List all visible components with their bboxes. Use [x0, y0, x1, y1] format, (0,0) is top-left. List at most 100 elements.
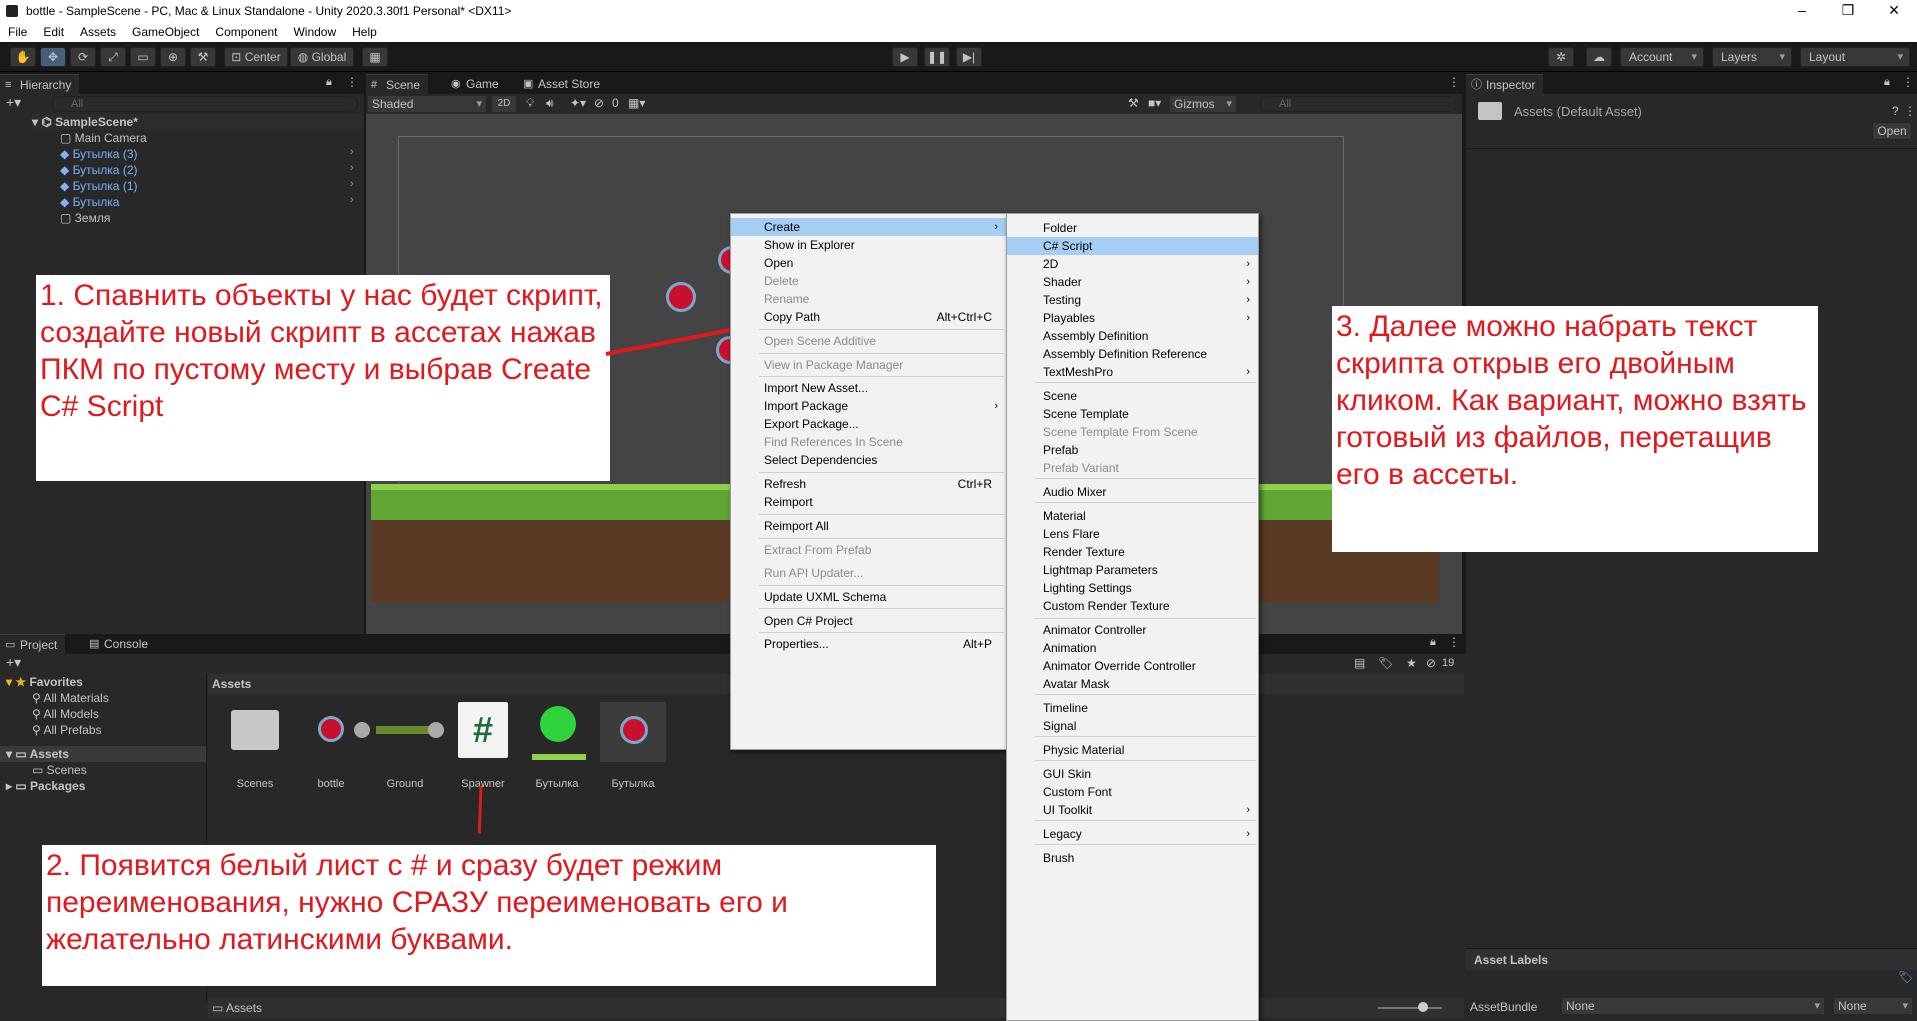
menu-item-physic-material[interactable]: Physic Material [1007, 741, 1258, 759]
chevron-right-icon[interactable]: › [350, 146, 354, 158]
menu-item-timeline[interactable]: Timeline [1007, 699, 1258, 717]
scale-tool-button[interactable]: ⤢ [100, 47, 126, 67]
gizmos-dropdown[interactable]: Gizmos ▾ [1170, 96, 1236, 112]
hierarchy-item[interactable]: ◆ Бутылка (1) [60, 178, 137, 194]
tab-inspector[interactable]: ⓘ Inspector [1466, 74, 1544, 94]
menu-item-import-new-asset[interactable]: Import New Asset... [731, 379, 1006, 397]
packages-folder[interactable]: ▸ ▭ Packages [6, 778, 85, 794]
menu-item-signal[interactable]: Signal [1007, 717, 1258, 735]
menu-item-assembly-definition-reference[interactable]: Assembly Definition Reference [1007, 345, 1258, 363]
hierarchy-item[interactable]: ◆ Бутылка (3) [60, 146, 137, 162]
tab-game[interactable]: ◉ Game [446, 74, 507, 94]
menu-item-animation[interactable]: Animation [1007, 639, 1258, 657]
menu-item-create[interactable]: Create › [731, 218, 1006, 236]
menu-item-ui-toolkit[interactable]: UI Toolkit › [1007, 801, 1258, 819]
asset-labels-header[interactable]: Asset Labels [1466, 948, 1917, 970]
play-icon[interactable] [354, 722, 370, 738]
asset-item[interactable]: Бутылка [600, 702, 666, 790]
audio-icon[interactable]: 🔊︎ [546, 96, 554, 111]
chevron-right-icon[interactable]: › [350, 194, 354, 206]
chevron-right-icon[interactable]: › [350, 178, 354, 190]
play-button[interactable]: ▶ [892, 47, 918, 67]
favorite-item[interactable]: ⚲ All Prefabs [32, 722, 102, 738]
add-button[interactable]: +▾ [6, 94, 21, 111]
pause-button[interactable]: ❚❚ [924, 47, 950, 67]
menu-item-update-uxml-schema[interactable]: Update UXML Schema [731, 588, 1006, 606]
cloud-button[interactable]: ☁ [1586, 47, 1612, 67]
tools-icon[interactable]: ⚒ [1128, 96, 1139, 110]
menu-item-properties[interactable]: Properties... Alt+P [731, 635, 1006, 653]
menu-item-scene[interactable]: Scene [1007, 387, 1258, 405]
menu-item-animator-controller[interactable]: Animator Controller [1007, 621, 1258, 639]
more-menu-icon[interactable]: ⋮ [1448, 75, 1460, 89]
menu-item-custom-render-texture[interactable]: Custom Render Texture [1007, 597, 1258, 615]
hierarchy-item[interactable]: ◆ Бутылка [60, 194, 119, 210]
pivot-center-button[interactable]: ⊡ Center [224, 47, 288, 67]
menu-item-avatar-mask[interactable]: Avatar Mask [1007, 675, 1258, 693]
minimize-button[interactable]: – [1780, 0, 1824, 22]
menu-item-playables[interactable]: Playables › [1007, 309, 1258, 327]
menu-item-open[interactable]: Open [731, 254, 1006, 272]
scene-search-input[interactable]: All [1260, 96, 1456, 112]
collab-button[interactable]: ✲ [1548, 47, 1574, 67]
tab-console[interactable]: ▤ Console [84, 634, 157, 654]
filter-label-icon[interactable]: 🏷︎ [1378, 656, 1393, 670]
favorite-item[interactable]: ⚲ All Materials [32, 690, 109, 706]
hidden-packages-icon[interactable]: ⊘ [1426, 656, 1436, 670]
hierarchy-search-input[interactable]: All [52, 96, 358, 112]
move-tool-button[interactable]: ✥ [40, 47, 66, 67]
effects-icon[interactable]: ✦▾ [570, 96, 586, 110]
pivot-global-button[interactable]: ◍ Global [290, 47, 354, 67]
menu-item-export-package[interactable]: Export Package... [731, 415, 1006, 433]
step-button[interactable]: ▶| [956, 47, 982, 67]
hand-tool-button[interactable]: ✋ [10, 47, 36, 67]
rotate-tool-button[interactable]: ⟳ [70, 47, 96, 67]
grid-snap-button[interactable]: ▦ [362, 47, 388, 67]
menu-file[interactable]: File [0, 25, 35, 39]
layout-dropdown[interactable]: Layout ▾ [1800, 47, 1910, 67]
hierarchy-item[interactable]: ▢ Main Camera [60, 130, 147, 146]
tab-hierarchy[interactable]: ≡ Hierarchy [0, 74, 80, 94]
create-button[interactable]: +▾ [6, 654, 21, 671]
tab-project[interactable]: ▭ Project [0, 634, 66, 654]
menu-window[interactable]: Window [285, 25, 344, 39]
close-button[interactable]: ✕ [1872, 0, 1916, 22]
menu-assets[interactable]: Assets [72, 25, 124, 39]
menu-item-refresh[interactable]: Refresh Ctrl+R [731, 475, 1006, 493]
more-menu-icon[interactable]: ⋮ [1904, 104, 1916, 118]
menu-item-import-package[interactable]: Import Package › [731, 397, 1006, 415]
favorite-star-icon[interactable]: ★ [1406, 656, 1417, 670]
chevron-right-icon[interactable]: › [350, 162, 354, 174]
menu-item-folder[interactable]: Folder [1007, 219, 1258, 237]
menu-item-testing[interactable]: Testing › [1007, 291, 1258, 309]
tab-scene[interactable]: # Scene [366, 74, 429, 94]
transform-tool-button[interactable]: ⊕ [160, 47, 186, 67]
scenes-folder[interactable]: ▭ Scenes [32, 762, 87, 778]
layers-dropdown[interactable]: Layers ▾ [1712, 47, 1792, 67]
assets-folder[interactable]: ▾ ▭ Assets [0, 746, 206, 762]
filter-type-icon[interactable]: ▤ [1354, 656, 1365, 670]
lock-icon[interactable]: 🔒︎ [1430, 636, 1436, 649]
hierarchy-item[interactable]: ▢ Земля [60, 210, 110, 226]
menu-item-lightmap-parameters[interactable]: Lightmap Parameters [1007, 561, 1258, 579]
rect-tool-button[interactable]: ▭ [130, 47, 156, 67]
menu-item-animator-override-controller[interactable]: Animator Override Controller [1007, 657, 1258, 675]
maximize-button[interactable]: ❐ [1826, 0, 1870, 22]
menu-item-show-in-explorer[interactable]: Show in Explorer [731, 236, 1006, 254]
menu-item-scene-template[interactable]: Scene Template [1007, 405, 1258, 423]
menu-component[interactable]: Component [207, 25, 285, 39]
menu-edit[interactable]: Edit [35, 25, 72, 39]
camera-icon[interactable]: ■▾ [1148, 96, 1161, 110]
menu-item-2d[interactable]: 2D › [1007, 255, 1258, 273]
menu-item-prefab[interactable]: Prefab [1007, 441, 1258, 459]
bottle-sprite[interactable] [666, 282, 696, 312]
zoom-slider-thumb[interactable] [1418, 1002, 1428, 1012]
menu-item-c-script[interactable]: C# Script [1007, 237, 1258, 255]
toggle-2d-button[interactable]: 2D [492, 96, 516, 112]
menu-item-lens-flare[interactable]: Lens Flare [1007, 525, 1258, 543]
menu-item-assembly-definition[interactable]: Assembly Definition [1007, 327, 1258, 345]
open-button[interactable]: Open [1872, 122, 1912, 140]
menu-item-reimport-all[interactable]: Reimport All [731, 517, 1006, 535]
more-menu-icon[interactable]: ⋮ [1448, 635, 1460, 649]
menu-item-reimport[interactable]: Reimport [731, 493, 1006, 511]
